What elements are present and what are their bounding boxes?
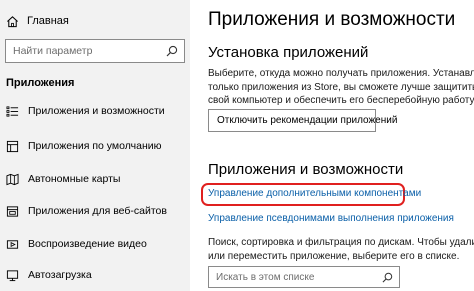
sidebar-item-label: Приложения для веб-сайтов xyxy=(28,205,167,217)
default-apps-icon xyxy=(6,140,19,152)
sidebar-item-web-apps[interactable]: Приложения для веб-сайтов xyxy=(0,202,190,220)
map-icon xyxy=(6,173,19,185)
dropdown-selected-value: Отключить рекомендации приложений xyxy=(217,115,398,126)
search-icon[interactable] xyxy=(382,272,393,283)
install-description-line: Выберите, откуда можно получать приложен… xyxy=(208,68,474,79)
sidebar-item-default-apps[interactable]: Приложения по умолчанию xyxy=(0,137,190,155)
search-icon[interactable] xyxy=(166,45,178,57)
home-icon xyxy=(7,15,18,27)
features-heading: Приложения и возможности xyxy=(208,161,404,178)
install-description-line: свой компьютер и обеспечить его беспереб… xyxy=(208,95,474,106)
home-link[interactable]: Главная xyxy=(6,12,69,30)
sidebar-item-label: Автономные карты xyxy=(28,173,121,185)
main-content: Приложения и возможности Установка прило… xyxy=(190,0,474,291)
features-description: Поиск, сортировка и фильтрация по дискам… xyxy=(208,236,474,263)
sidebar-item-video-playback[interactable]: Воспроизведение видео xyxy=(0,235,190,253)
install-heading: Установка приложений xyxy=(208,44,369,61)
sidebar-section-title: Приложения xyxy=(6,77,75,89)
startup-icon xyxy=(6,269,19,281)
sidebar-item-startup[interactable]: Автозагрузка xyxy=(0,266,190,284)
install-description: Выберите, откуда можно получать приложен… xyxy=(208,67,474,108)
sidebar-item-label: Приложения и возможности xyxy=(28,105,165,117)
video-icon xyxy=(6,239,19,249)
sidebar-item-label: Воспроизведение видео xyxy=(28,238,147,250)
features-description-line: или переместить приложение, выберите его… xyxy=(208,250,460,262)
apps-search-placeholder: Искать в этом списке xyxy=(216,271,315,283)
settings-search-placeholder: Найти параметр xyxy=(13,45,93,57)
home-label: Главная xyxy=(27,15,69,27)
install-description-line: только приложения из Store, вы сможете л… xyxy=(208,81,474,93)
page-title: Приложения и возможности xyxy=(208,9,456,30)
list-icon xyxy=(6,105,19,117)
sidebar-item-label: Автозагрузка xyxy=(28,269,92,281)
sidebar-item-label: Приложения по умолчанию xyxy=(28,140,162,152)
apps-search-input[interactable]: Искать в этом списке xyxy=(208,266,400,288)
features-description-line: Поиск, сортировка и фильтрация по дискам… xyxy=(208,237,474,248)
sidebar-item-offline-maps[interactable]: Автономные карты xyxy=(0,170,190,188)
sidebar: Главная Найти параметр Приложения Прилож… xyxy=(0,0,190,291)
app-source-dropdown[interactable]: Отключить рекомендации приложений xyxy=(208,109,397,132)
settings-search-input[interactable]: Найти параметр xyxy=(5,39,185,63)
manage-optional-features-link[interactable]: Управление дополнительными компонентами xyxy=(208,188,421,199)
sidebar-item-apps-features[interactable]: Приложения и возможности xyxy=(0,102,190,120)
web-apps-icon xyxy=(6,205,19,217)
manage-app-aliases-link[interactable]: Управление псевдонимами выполнения прило… xyxy=(208,213,454,224)
